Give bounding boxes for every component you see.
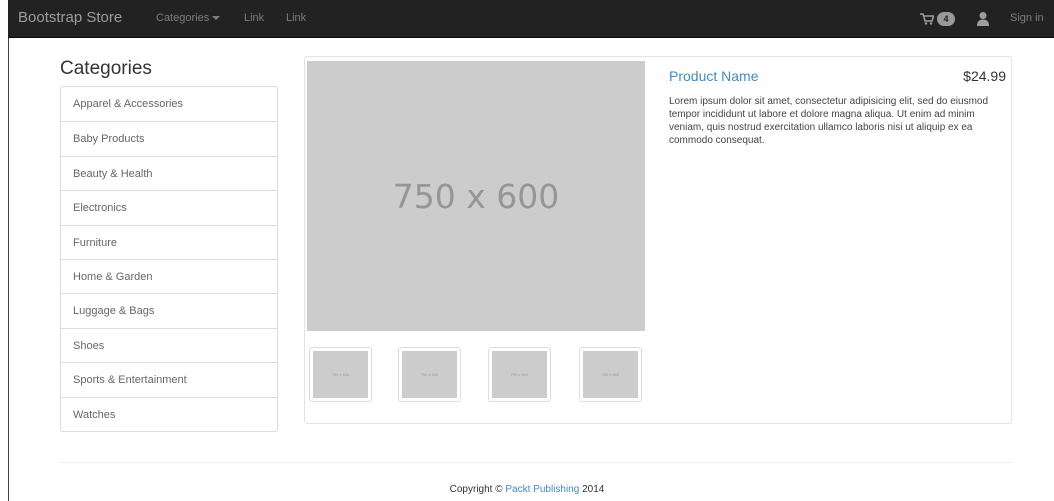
category-item-watches[interactable]: Watches bbox=[61, 396, 277, 431]
category-item-luggage[interactable]: Luggage & Bags bbox=[61, 293, 277, 327]
cart-icon bbox=[920, 13, 934, 25]
cart-button[interactable]: 4 bbox=[920, 10, 955, 28]
footer-year: 2014 bbox=[579, 484, 605, 495]
caret-down-icon bbox=[212, 16, 221, 21]
category-list: Apparel & Accessories Baby Products Beau… bbox=[60, 86, 278, 432]
user-icon[interactable] bbox=[976, 11, 990, 27]
category-item-beauty[interactable]: Beauty & Health bbox=[61, 155, 277, 190]
top-navbar: Bootstrap Store Categories Link Link 4 S… bbox=[8, 0, 1054, 38]
category-item-electronics[interactable]: Electronics bbox=[61, 190, 277, 224]
nav-link-2[interactable]: Link bbox=[286, 12, 306, 24]
product-price: $24.99 bbox=[963, 68, 1006, 84]
nav-categories-label: Categories bbox=[156, 12, 210, 24]
sign-in-link[interactable]: Sign in bbox=[1010, 12, 1044, 24]
product-thumbnail-2[interactable]: 750 x 600 bbox=[398, 347, 461, 402]
category-item-apparel[interactable]: Apparel & Accessories bbox=[61, 87, 277, 121]
nav-categories-dropdown[interactable]: Categories bbox=[156, 12, 221, 24]
category-item-sports[interactable]: Sports & Entertainment bbox=[61, 362, 277, 396]
footer-divider bbox=[60, 462, 1012, 463]
thumbnail-placeholder: 750 x 600 bbox=[492, 351, 547, 398]
category-item-furniture[interactable]: Furniture bbox=[61, 224, 277, 259]
product-main-image[interactable]: 750 x 600 bbox=[307, 61, 645, 331]
main-image-placeholder-text: 750 x 600 bbox=[392, 176, 560, 216]
product-thumbnail-4[interactable]: 750 x 600 bbox=[579, 347, 642, 402]
footer-copyright: Copyright © Packt Publishing 2014 bbox=[0, 484, 1054, 495]
product-description: Lorem ipsum dolor sit amet, consectetur … bbox=[669, 96, 989, 146]
category-item-shoes[interactable]: Shoes bbox=[61, 327, 277, 362]
thumbnail-placeholder: 750 x 600 bbox=[402, 351, 457, 398]
thumbnail-placeholder: 750 x 600 bbox=[313, 351, 368, 398]
page-left-border bbox=[8, 38, 9, 501]
product-thumbnail-3[interactable]: 750 x 600 bbox=[488, 347, 551, 402]
product-name-link[interactable]: Product Name bbox=[669, 68, 758, 84]
thumbnail-placeholder: 750 x 600 bbox=[583, 351, 638, 398]
category-item-baby[interactable]: Baby Products bbox=[61, 121, 277, 155]
publisher-link[interactable]: Packt Publishing bbox=[505, 484, 579, 495]
cart-count-badge: 4 bbox=[937, 12, 955, 26]
product-thumbnail-1[interactable]: 750 x 600 bbox=[309, 347, 372, 402]
categories-heading: Categories bbox=[60, 58, 152, 79]
brand-link[interactable]: Bootstrap Store bbox=[18, 9, 122, 26]
category-item-home-garden[interactable]: Home & Garden bbox=[61, 258, 277, 293]
footer-prefix: Copyright © bbox=[449, 484, 506, 495]
nav-link-1[interactable]: Link bbox=[244, 12, 264, 24]
